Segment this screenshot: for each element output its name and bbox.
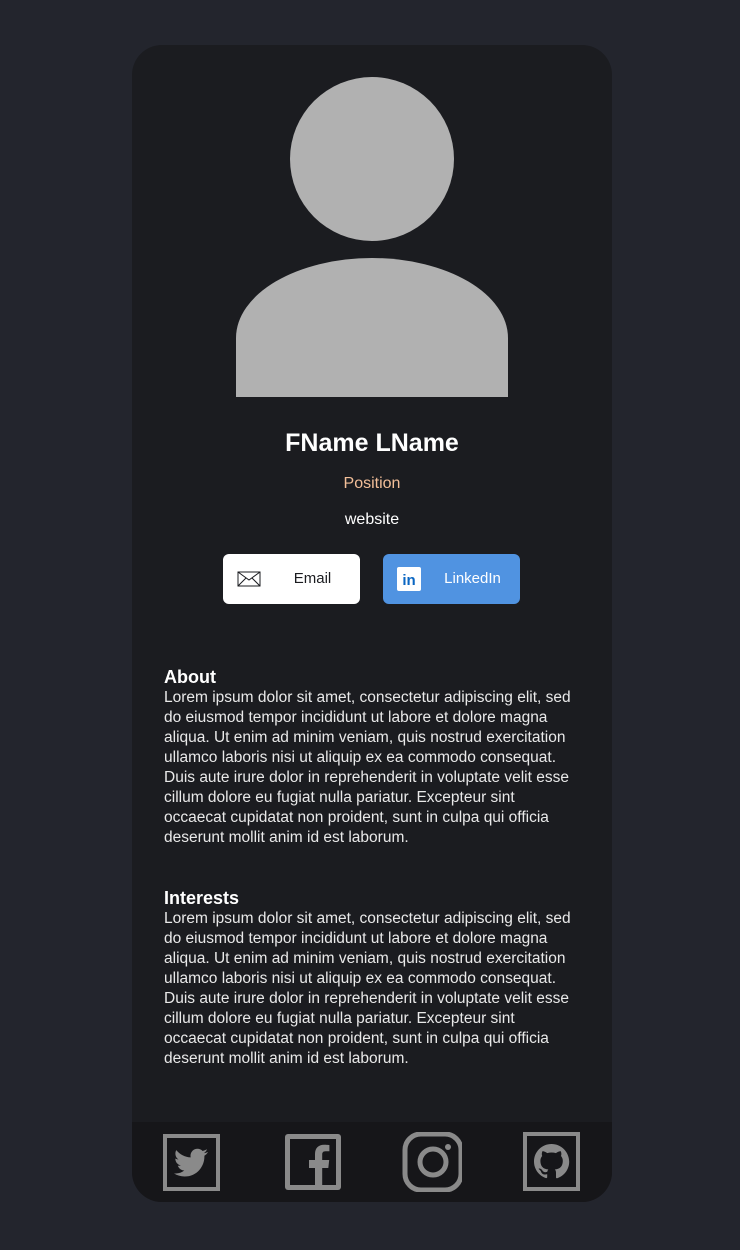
envelope-icon	[237, 567, 261, 591]
profile-website-link[interactable]: website	[132, 510, 612, 530]
about-section: About Lorem ipsum dolor sit amet, consec…	[164, 666, 574, 848]
linkedin-button[interactable]: in LinkedIn	[383, 554, 520, 604]
interests-heading: Interests	[164, 888, 240, 908]
about-heading: About	[164, 667, 216, 687]
avatar-placeholder	[236, 77, 508, 397]
linkedin-button-label: LinkedIn	[444, 570, 501, 587]
email-button-label: Email	[293, 570, 332, 587]
profile-position: Position	[343, 475, 401, 492]
avatar-body	[236, 258, 508, 397]
github-icon[interactable]	[522, 1132, 582, 1192]
email-button[interactable]: Email	[223, 554, 360, 604]
profile-name: FName LName	[285, 429, 459, 457]
social-footer	[132, 1122, 612, 1202]
interests-text: Lorem ipsum dolor sit amet, consectetur …	[164, 910, 571, 1067]
interests-section: Interests Lorem ipsum dolor sit amet, co…	[164, 887, 574, 1069]
about-text: Lorem ipsum dolor sit amet, consectetur …	[164, 689, 571, 846]
profile-card: FName LName Position website Email in Li…	[132, 45, 612, 1202]
linkedin-icon: in	[397, 567, 421, 591]
avatar-head	[290, 77, 454, 241]
twitter-icon[interactable]	[162, 1132, 222, 1192]
facebook-icon[interactable]	[282, 1132, 342, 1192]
svg-text:in: in	[402, 572, 415, 589]
instagram-icon[interactable]	[402, 1132, 462, 1192]
